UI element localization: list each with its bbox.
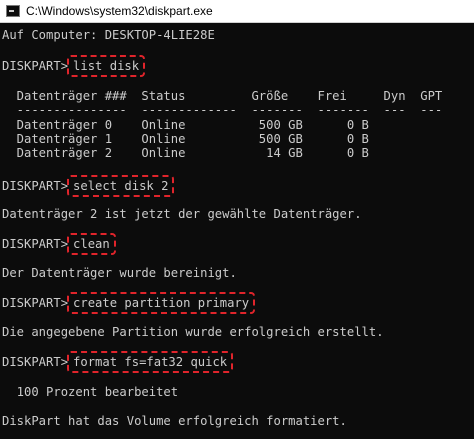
console-icon: [6, 5, 20, 17]
message-selected: Datenträger 2 ist jetzt der gewählte Dat…: [2, 207, 362, 221]
title-bar[interactable]: C:\Windows\system32\diskpart.exe: [0, 0, 474, 23]
disk-table-separator: --------------- ------------- ------- --…: [2, 103, 443, 117]
console-output[interactable]: Auf Computer: DESKTOP-4LIE28E DISKPART> l…: [2, 24, 472, 437]
prompt: DISKPART>: [2, 179, 69, 193]
prompt: DISKPART>: [2, 59, 69, 73]
command-list-disk: list disk: [67, 55, 146, 77]
computer-line: Auf Computer: DESKTOP-4LIE28E: [2, 28, 215, 42]
disk-table-header: Datenträger ### Status Größe Frei Dyn GP…: [2, 89, 443, 103]
message-progress: 100 Prozent bearbeitet: [2, 385, 179, 399]
window-title: C:\Windows\system32\diskpart.exe: [26, 4, 213, 18]
disk-row-0: Datenträger 0 Online 500 GB 0 B: [2, 118, 369, 132]
prompt-line-clean: DISKPART> clean: [2, 233, 116, 255]
prompt-line-select-disk: DISKPART> select disk 2: [2, 175, 175, 197]
prompt-line-create-partition: DISKPART> create partition primary: [2, 292, 256, 314]
message-partition-created: Die angegebene Partition wurde erfolgrei…: [2, 325, 384, 339]
prompt: DISKPART>: [2, 355, 69, 369]
prompt: DISKPART>: [2, 296, 69, 310]
prompt-line-list-disk: DISKPART> list disk: [2, 55, 146, 77]
prompt: DISKPART>: [2, 237, 69, 251]
console-window: C:\Windows\system32\diskpart.exe Auf Com…: [0, 0, 474, 439]
command-format: format fs=fat32 quick: [67, 351, 234, 373]
disk-row-1: Datenträger 1 Online 500 GB 0 B: [2, 132, 369, 146]
message-formatted: DiskPart hat das Volume erfolgreich form…: [2, 414, 347, 428]
disk-row-2: Datenträger 2 Online 14 GB 0 B: [2, 146, 369, 160]
command-create-partition: create partition primary: [67, 292, 256, 314]
prompt-line-format: DISKPART> format fs=fat32 quick: [2, 351, 234, 373]
message-cleaned: Der Datenträger wurde bereinigt.: [2, 266, 237, 280]
command-clean: clean: [67, 233, 116, 255]
command-select-disk: select disk 2: [67, 175, 175, 197]
